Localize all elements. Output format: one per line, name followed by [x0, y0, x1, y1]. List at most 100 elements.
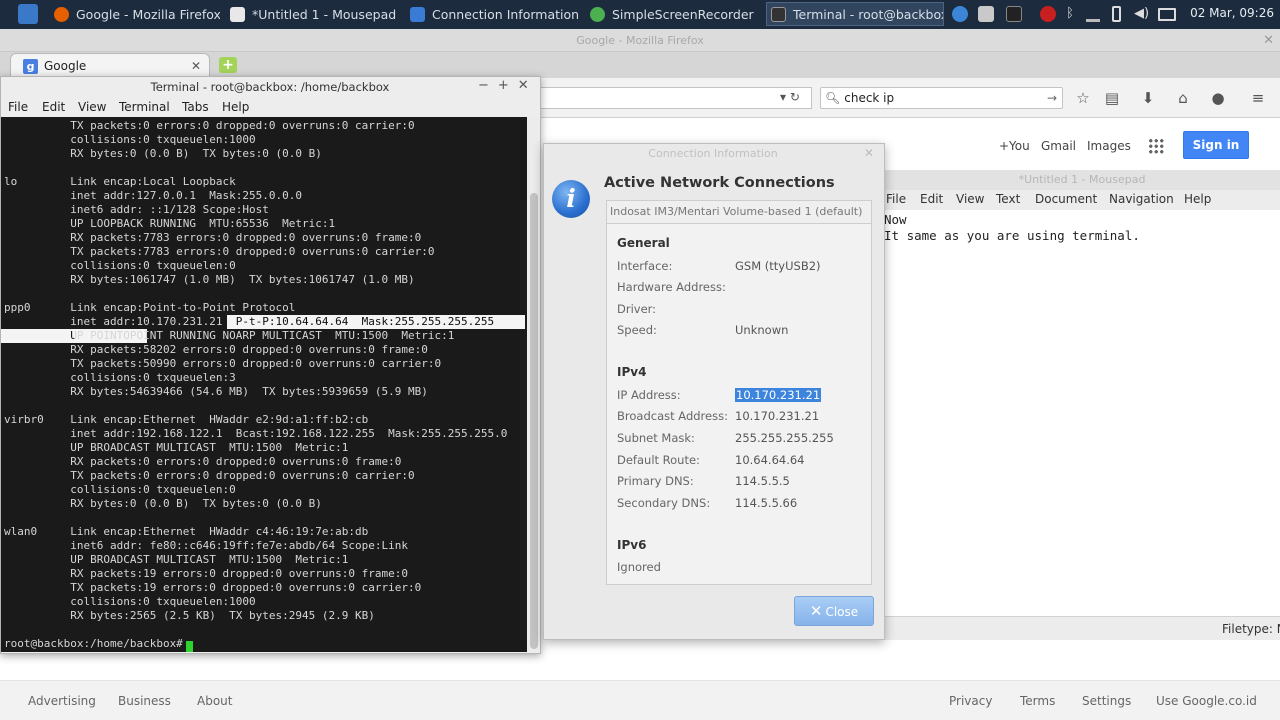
- mousepad-statusbar: Filetype: N: [884, 616, 1280, 640]
- bookmark-star-icon[interactable]: ☆: [1074, 89, 1092, 107]
- mail-icon[interactable]: [1158, 8, 1176, 21]
- record-icon[interactable]: [1040, 6, 1056, 22]
- mousepad-editor[interactable]: Now It same as you are using terminal.: [884, 210, 1280, 616]
- search-go-icon[interactable]: →: [1047, 91, 1057, 105]
- sign-in-button[interactable]: Sign in: [1183, 131, 1249, 159]
- folder-icon[interactable]: [978, 6, 994, 22]
- driver-label: Driver:: [617, 302, 657, 316]
- taskbar-item-screen-recorder[interactable]: SimpleScreenRecorder: [586, 2, 758, 26]
- images-link[interactable]: Images: [1087, 139, 1131, 153]
- signal-icon[interactable]: [1086, 6, 1100, 22]
- firefox-title: Google - Mozilla Firefox: [0, 29, 1280, 52]
- network-icon: [410, 6, 425, 22]
- about-link[interactable]: About: [197, 694, 232, 708]
- home-icon[interactable]: ⌂: [1174, 89, 1192, 107]
- terminal-line: collisions:0 txqueuelen:0: [4, 483, 236, 496]
- window-controls[interactable]: −+✕: [478, 78, 538, 93]
- hamburger-menu-icon[interactable]: ≡: [1249, 89, 1267, 107]
- close-tab-icon[interactable]: ✕: [191, 59, 201, 73]
- ip-address-value[interactable]: 10.170.231.21: [735, 388, 822, 402]
- chat-icon[interactable]: ●: [1209, 89, 1227, 107]
- close-button-label: Close: [825, 605, 859, 619]
- default-route-label: Default Route:: [617, 453, 700, 467]
- advertising-link[interactable]: Advertising: [28, 694, 96, 708]
- terminal-line: UP BROADCAST MULTICAST MTU:1500 Metric:1: [4, 553, 349, 566]
- terminal-icon: [771, 6, 786, 22]
- download-icon[interactable]: ⬇: [1139, 89, 1157, 107]
- close-icon[interactable]: ✕: [864, 146, 874, 160]
- task-label: Terminal - root@backbox:...: [793, 6, 943, 22]
- menu-view[interactable]: View: [956, 192, 984, 206]
- privacy-link[interactable]: Privacy: [949, 694, 992, 708]
- menu-navigation[interactable]: Navigation: [1109, 192, 1174, 206]
- new-tab-button[interactable]: +: [219, 57, 237, 73]
- menu-icon[interactable]: [18, 4, 38, 24]
- task-label: *Untitled 1 - Mousepad: [252, 6, 397, 22]
- subnet-mask-value: 255.255.255.255: [735, 431, 834, 445]
- clock[interactable]: 02 Mar, 09:26: [1190, 6, 1274, 20]
- menu-text[interactable]: Text: [996, 192, 1020, 206]
- terminal-output[interactable]: TX packets:0 errors:0 dropped:0 overruns…: [1, 117, 527, 652]
- terminal-line: RX bytes:2565 (2.5 KB) TX bytes:2945 (2.…: [4, 609, 375, 622]
- battery-icon[interactable]: [1112, 6, 1121, 22]
- bookmarks-menu-icon[interactable]: ▤: [1103, 89, 1121, 107]
- menu-file[interactable]: File: [886, 192, 906, 206]
- tab-connection[interactable]: Indosat IM3/Mentari Volume-based 1 (defa…: [606, 200, 872, 224]
- settings-link[interactable]: Settings: [1082, 694, 1131, 708]
- recorder-icon: [590, 6, 605, 22]
- close-icon[interactable]: ✕: [1263, 33, 1274, 48]
- taskbar-item-firefox[interactable]: Google - Mozilla Firefox: [50, 2, 220, 26]
- menu-edit[interactable]: Edit: [42, 100, 65, 114]
- task-label: Google - Mozilla Firefox: [76, 6, 220, 22]
- tab-google[interactable]: g Google ✕: [10, 53, 210, 78]
- ip-address-label: IP Address:: [617, 388, 681, 402]
- menu-help[interactable]: Help: [1184, 192, 1211, 206]
- dialog-heading: Active Network Connections: [604, 175, 835, 191]
- menu-terminal[interactable]: Terminal: [119, 100, 170, 114]
- search-icon: 🔍︎: [825, 91, 841, 105]
- volume-icon[interactable]: ◀): [1134, 6, 1150, 22]
- scrollbar-thumb[interactable]: [530, 193, 538, 649]
- search-input[interactable]: 🔍︎ check ip →: [820, 87, 1063, 109]
- terminal-line: RX bytes:0 (0.0 B) TX bytes:0 (0.0 B): [4, 147, 322, 160]
- menu-view[interactable]: View: [78, 100, 106, 114]
- url-bar[interactable]: [540, 87, 812, 109]
- terminal-line: collisions:0 txqueuelen:1000: [4, 595, 256, 608]
- gmail-link[interactable]: Gmail: [1041, 139, 1076, 153]
- terminal-line: TX packets:50990 errors:0 dropped:0 over…: [4, 357, 442, 370]
- terminal-line: root@backbox:/home/backbox#: [4, 637, 183, 650]
- primary-dns-label: Primary DNS:: [617, 474, 694, 488]
- menu-file[interactable]: File: [8, 100, 28, 114]
- terminal-line: RX bytes:54639466 (54.6 MB) TX bytes:593…: [4, 385, 428, 398]
- taskbar-item-connection-info[interactable]: Connection Information: [406, 2, 578, 26]
- menu-help[interactable]: Help: [222, 100, 249, 114]
- menu-tabs[interactable]: Tabs: [182, 100, 209, 114]
- terminal-line: lo Link encap:Local Loopback: [4, 175, 236, 188]
- taskbar-item-terminal[interactable]: Terminal - root@backbox:...: [766, 2, 944, 26]
- reload-icon[interactable]: ▾ ↻: [780, 90, 800, 104]
- globe-icon[interactable]: [952, 6, 968, 22]
- bluetooth-icon[interactable]: ᛒ: [1062, 6, 1078, 22]
- terminal-cursor: [186, 641, 193, 652]
- taskbar-item-mousepad[interactable]: *Untitled 1 - Mousepad: [226, 2, 400, 26]
- general-section-title: General: [617, 236, 670, 250]
- terminal-line: inet addr:192.168.122.1 Bcast:192.168.12…: [4, 427, 508, 440]
- terminal-launcher-icon[interactable]: [1006, 6, 1022, 22]
- task-label: Connection Information: [432, 6, 578, 22]
- tab-label: Google: [44, 59, 87, 73]
- close-button[interactable]: ✕ Close: [794, 596, 874, 626]
- menu-document[interactable]: Document: [1035, 192, 1097, 206]
- default-route-value: 10.64.64.64: [735, 453, 805, 467]
- info-icon: i: [552, 180, 590, 218]
- ipv4-section-title: IPv4: [617, 365, 647, 379]
- business-link[interactable]: Business: [118, 694, 171, 708]
- terms-link[interactable]: Terms: [1020, 694, 1055, 708]
- dialog-title: Connection Information: [648, 147, 778, 160]
- taskbar: Google - Mozilla Firefox *Untitled 1 - M…: [0, 0, 1280, 29]
- terminal-line: RX packets:0 errors:0 dropped:0 overruns…: [4, 455, 402, 468]
- use-google-link[interactable]: Use Google.co.id: [1156, 694, 1257, 708]
- menu-edit[interactable]: Edit: [920, 192, 943, 206]
- apps-grid-icon[interactable]: [1148, 138, 1164, 154]
- plus-you-link[interactable]: +You: [999, 139, 1030, 153]
- secondary-dns-label: Secondary DNS:: [617, 496, 711, 510]
